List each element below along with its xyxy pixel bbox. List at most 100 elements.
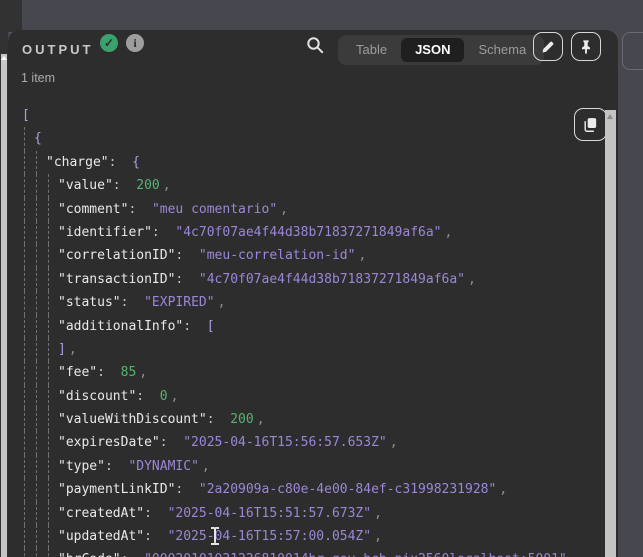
copy-output-button[interactable] bbox=[574, 108, 607, 141]
json-token: : bbox=[183, 319, 206, 334]
json-token: "2025-04-16T15:56:57.653Z" bbox=[183, 435, 387, 450]
json-line: "charge": { bbox=[8, 151, 618, 174]
json-token: , bbox=[390, 435, 398, 450]
tab-table[interactable]: Table bbox=[342, 38, 401, 62]
indent-guide-icon bbox=[48, 361, 49, 384]
indent-guide-icon bbox=[24, 174, 25, 197]
scroll-up-icon[interactable] bbox=[1, 56, 7, 60]
json-token: , bbox=[171, 389, 179, 404]
indent-guide-icon bbox=[24, 151, 25, 174]
json-token: "2025-04-16T15:51:57.673Z" bbox=[168, 506, 372, 521]
json-token: , bbox=[374, 506, 382, 521]
json-token: , bbox=[218, 295, 226, 310]
output-scrollbar[interactable] bbox=[605, 110, 616, 557]
json-line: "status": "EXPIRED", bbox=[8, 291, 618, 314]
indent-guide-icon bbox=[24, 502, 25, 525]
json-token: , bbox=[69, 342, 77, 357]
json-token: : bbox=[121, 295, 144, 310]
indent-guide-icon bbox=[24, 198, 25, 221]
json-token: : bbox=[128, 202, 151, 217]
search-button[interactable] bbox=[302, 32, 328, 58]
panel-title: OUTPUT bbox=[22, 42, 93, 57]
json-token: : bbox=[121, 552, 144, 557]
json-token: "comment" bbox=[58, 202, 128, 217]
indent-guide-icon bbox=[48, 244, 49, 267]
json-code: [ {"charge": {"value": 200, "comment": "me… bbox=[8, 104, 618, 557]
json-line: "expiresDate": "2025-04-16T15:56:57.653Z… bbox=[8, 431, 618, 454]
search-icon bbox=[305, 35, 325, 55]
json-line: "createdAt": "2025-04-16T15:51:57.673Z", bbox=[8, 502, 618, 525]
json-token: "4c70f07ae4f44d38b71837271849af6a" bbox=[199, 272, 465, 287]
json-token: , bbox=[202, 459, 210, 474]
tab-schema[interactable]: Schema bbox=[464, 38, 540, 62]
json-token: : bbox=[152, 225, 175, 240]
json-token: "2a20909a-c80e-4e00-84ef-c31998231928" bbox=[199, 482, 496, 497]
json-token: "updatedAt" bbox=[58, 529, 144, 544]
indent-guide-icon bbox=[24, 244, 25, 267]
json-line: { bbox=[8, 127, 618, 150]
json-token: "status" bbox=[58, 295, 121, 310]
workflow-canvas: OUTPUT ✓ i Table JSON Schema bbox=[0, 0, 643, 557]
json-token: "paymentLinkID" bbox=[58, 482, 175, 497]
background-button-outline bbox=[622, 32, 643, 70]
json-token: , bbox=[163, 178, 171, 193]
indent-guide-icon bbox=[48, 174, 49, 197]
json-line: "value": 200, bbox=[8, 174, 618, 197]
indent-guide-icon bbox=[48, 502, 49, 525]
indent-guide-icon bbox=[48, 431, 49, 454]
indent-guide-icon bbox=[48, 548, 49, 557]
indent-guide-icon bbox=[36, 291, 37, 314]
indent-guide-icon bbox=[48, 291, 49, 314]
json-token: : bbox=[144, 506, 167, 521]
indent-guide-icon bbox=[36, 338, 37, 361]
indent-guide-icon bbox=[36, 268, 37, 291]
json-token: , bbox=[468, 272, 476, 287]
scroll-up-icon[interactable] bbox=[607, 114, 613, 119]
indent-guide-icon bbox=[24, 221, 25, 244]
indent-guide-icon bbox=[24, 548, 25, 557]
indent-guide-icon bbox=[48, 385, 49, 408]
pin-icon bbox=[579, 39, 593, 55]
json-token: [ bbox=[207, 319, 215, 334]
json-token: "fee" bbox=[58, 365, 97, 380]
indent-guide-icon bbox=[24, 455, 25, 478]
json-token: "meu comentario" bbox=[152, 202, 277, 217]
indent-guide-icon bbox=[24, 291, 25, 314]
json-line: "discount": 0, bbox=[8, 385, 618, 408]
json-token: : bbox=[207, 412, 230, 427]
json-token: "discount" bbox=[58, 389, 136, 404]
indent-guide-icon bbox=[48, 198, 49, 221]
json-line: "fee": 85, bbox=[8, 361, 618, 384]
indent-guide-icon bbox=[24, 338, 25, 361]
tab-json[interactable]: JSON bbox=[401, 38, 464, 62]
edit-output-button[interactable] bbox=[533, 32, 563, 61]
indent-guide-icon bbox=[36, 408, 37, 431]
json-token: : bbox=[136, 389, 159, 404]
json-token: , bbox=[139, 365, 147, 380]
info-icon[interactable]: i bbox=[126, 34, 144, 52]
json-token: "2025-04-16T15:57:00.054Z" bbox=[168, 529, 372, 544]
json-token: : bbox=[109, 155, 132, 170]
json-token: : bbox=[144, 529, 167, 544]
pin-data-button[interactable] bbox=[571, 32, 601, 61]
json-token: : bbox=[113, 178, 136, 193]
indent-guide-icon bbox=[48, 455, 49, 478]
indent-guide-icon bbox=[48, 315, 49, 338]
left-panel-scrollbar[interactable] bbox=[1, 54, 7, 557]
json-token: , bbox=[374, 529, 382, 544]
json-line: "brCode": "00020101021226810014br.gov.bc… bbox=[8, 548, 618, 557]
indent-guide-icon bbox=[24, 525, 25, 548]
indent-guide-icon bbox=[24, 478, 25, 501]
output-panel: OUTPUT ✓ i Table JSON Schema bbox=[8, 30, 618, 557]
json-token: "valueWithDiscount" bbox=[58, 412, 207, 427]
json-token: "expiresDate" bbox=[58, 435, 160, 450]
indent-guide-icon bbox=[48, 338, 49, 361]
json-token: "4c70f07ae4f44d38b71837271849af6a" bbox=[175, 225, 441, 240]
json-token: , bbox=[499, 482, 507, 497]
json-token: , bbox=[280, 202, 288, 217]
json-token: , bbox=[358, 248, 366, 263]
json-line: "transactionID": "4c70f07ae4f44d38b71837… bbox=[8, 268, 618, 291]
json-token: "00020101021226810014br.gov.bcb.pix2560l… bbox=[144, 552, 567, 557]
json-line: "paymentLinkID": "2a20909a-c80e-4e00-84e… bbox=[8, 478, 618, 501]
json-token: 200 bbox=[230, 412, 253, 427]
